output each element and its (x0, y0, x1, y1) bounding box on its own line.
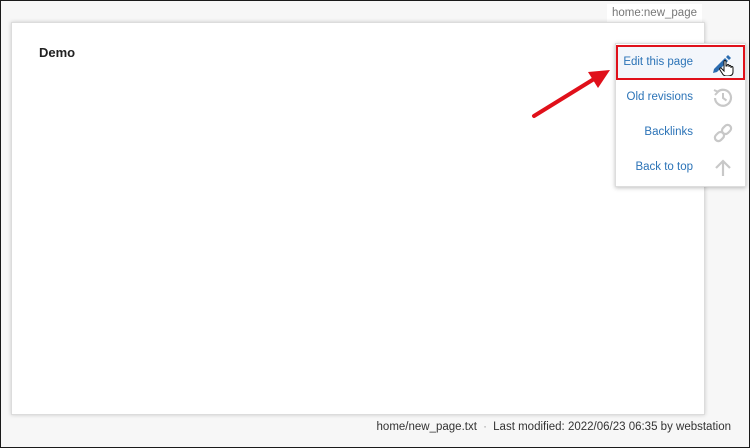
pencil-icon (710, 50, 736, 77)
old-revisions-button[interactable]: Old revisions (616, 80, 745, 115)
page-filename: home/new_page.txt (376, 421, 477, 433)
link-icon (710, 120, 736, 146)
page-title: Demo (39, 45, 76, 60)
arrow-up-icon (710, 155, 736, 181)
annotation-arrow-icon (532, 70, 610, 118)
page-id: home:new_page (606, 4, 702, 22)
last-modified: Last modified: 2022/06/23 06:35 by webst… (493, 421, 731, 433)
backlinks-button[interactable]: Backlinks (616, 115, 745, 150)
history-icon (710, 85, 736, 111)
doc-info-footer: home/new_page.txt · Last modified: 2022/… (377, 418, 731, 436)
back-to-top-label: Back to top (635, 161, 693, 173)
edit-page-label: Edit this page (623, 56, 693, 68)
back-to-top-button[interactable]: Back to top (616, 150, 745, 185)
footer-separator: · (483, 421, 487, 433)
backlinks-label: Backlinks (644, 126, 693, 138)
page-tools-menu: Edit this page Old revisions Backlinks B… (615, 43, 746, 187)
old-revisions-label: Old revisions (626, 91, 693, 103)
edit-page-button[interactable]: Edit this page (616, 45, 745, 80)
